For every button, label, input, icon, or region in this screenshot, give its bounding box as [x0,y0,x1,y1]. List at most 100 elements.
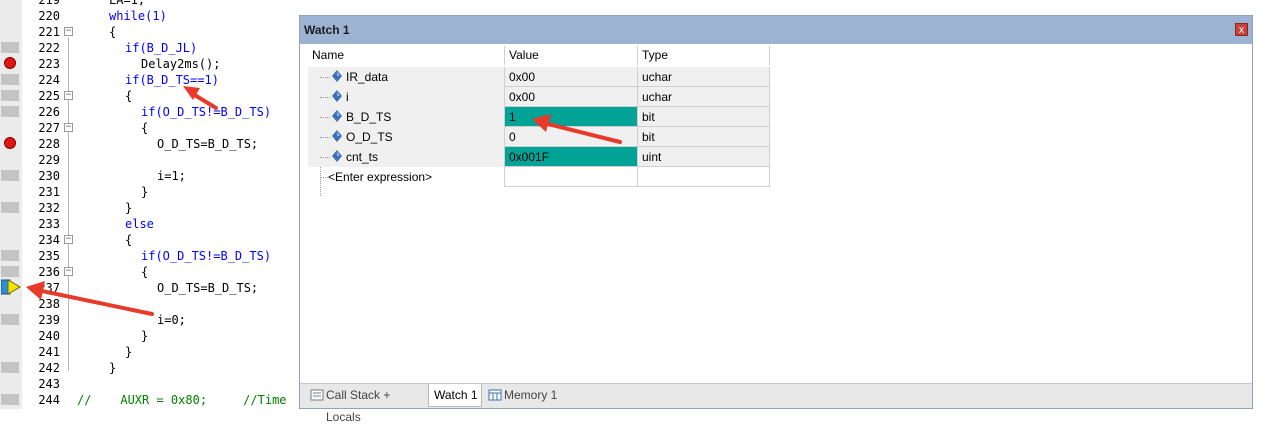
line-number: 229 [38,153,60,167]
tree-connector [320,157,330,158]
gutter-marker [1,74,19,85]
watch-row[interactable]: i 0x00 uchar [308,87,770,107]
watch-value[interactable]: 1 [504,107,637,127]
watch-row[interactable]: IR_data 0x00 uchar [308,67,770,87]
code-text: while(1) [109,9,167,23]
watch-title-bar[interactable]: Watch 1 x [300,16,1252,44]
breakpoint-gutter[interactable] [0,0,22,409]
code-text: { [125,89,133,103]
tab-call-stack-locals[interactable]: Call Stack + Locals [306,384,428,424]
close-button[interactable]: x [1235,23,1248,36]
watch-row[interactable]: cnt_ts 0x001F uint [308,147,770,167]
tab-label: Watch 1 [434,388,478,402]
code-text: // AUXR = 0x80; //Time [77,393,287,407]
watch-type: bit [637,107,770,127]
code-text: } [141,329,149,343]
code-text: i=0; [157,313,186,327]
gutter-marker [1,266,19,277]
variable-icon [332,70,342,82]
code-text: { [141,265,149,279]
watch-value[interactable]: 0x00 [504,87,637,107]
watch-value[interactable]: 0 [504,127,637,147]
tab-memory-1[interactable]: Memory 1 [484,384,570,407]
watch-name: O_D_TS [346,130,393,144]
code-text: O_D_TS=B_D_TS; [157,281,259,295]
breakpoint-icon[interactable] [4,137,16,149]
watch-name-cell: <Enter expression> [308,167,504,187]
variable-icon [332,110,342,122]
current-line-arrow-icon [1,279,21,295]
fold-toggle[interactable]: − [64,235,73,244]
watch-type: uint [637,147,770,167]
code-text: if(O_D_TS!=B_D_TS) [141,105,272,119]
breakpoint-icon[interactable] [4,57,16,69]
line-number: 220 [38,9,60,23]
line-number: 240 [38,329,60,343]
line-number: 234 [38,233,60,247]
line-number: 223 [38,57,60,71]
line-number: 226 [38,105,60,119]
tab-label: Call Stack + Locals [326,388,391,424]
watch-row[interactable]: O_D_TS 0 bit [308,127,770,147]
watch-type: uchar [637,87,770,107]
gutter-marker [1,106,19,117]
line-number: 243 [38,377,60,391]
code-editor[interactable]: 219 LA=1; 220 while(1) 221 − { 222 if(B_… [0,0,300,409]
column-header-type[interactable]: Type [637,46,770,65]
fold-toggle[interactable]: − [64,123,73,132]
watch-name-cell: cnt_ts [308,147,504,167]
watch-name: IR_data [346,70,389,84]
tree-connector [320,97,330,98]
line-number: 233 [38,217,60,231]
line-number: 232 [38,201,60,215]
code-text: if(B_D_TS==1) [125,73,219,87]
watch-name-cell: i [308,87,504,107]
line-number: 224 [38,73,60,87]
column-header-value[interactable]: Value [504,46,637,65]
watch-type: bit [637,127,770,147]
line-number: 235 [38,249,60,263]
watch-tab-bar: Call Stack + Locals Watch 1 Memory 1 [300,383,1252,424]
fold-toggle[interactable]: − [64,27,73,36]
code-text: if(O_D_TS!=B_D_TS) [141,249,272,263]
line-number: 228 [38,137,60,151]
gutter-marker [1,42,19,53]
line-number: 241 [38,345,60,359]
watch-type: uchar [637,67,770,87]
watch-window[interactable]: Watch 1 x Name Value Type IR_data 0x00 u… [299,15,1253,424]
code-text: } [125,345,133,359]
line-number: 242 [38,361,60,375]
enter-expression-row[interactable]: <Enter expression> [308,167,770,187]
watch-name: cnt_ts [346,150,379,164]
watch-value[interactable]: 0x001F [504,147,637,167]
line-number: 221 [38,25,60,39]
column-header-name[interactable]: Name [308,46,504,65]
line-number: 238 [38,297,60,311]
line-number: 236 [38,265,60,279]
enter-expression-input[interactable]: <Enter expression> [328,167,432,187]
code-text: Delay2ms(); [141,57,221,71]
code-text: } [125,201,133,215]
variable-icon [332,150,342,162]
line-number: 244 [38,393,60,407]
code-text: i=1; [157,169,186,183]
tree-connector [320,137,330,138]
gutter-marker [1,394,19,405]
line-number: 219 [38,0,60,7]
tab-label: Memory 1 [504,388,558,402]
tab-watch-1[interactable]: Watch 1 [428,384,482,407]
variable-icon [332,130,342,142]
line-number: 225 [38,89,60,103]
variable-icon [332,90,342,102]
code-text: { [125,233,133,247]
watch-value[interactable]: 0x00 [504,67,637,87]
line-number: 237 [38,281,60,295]
fold-toggle[interactable]: − [64,267,73,276]
code-text: } [109,361,117,375]
tree-connector [320,77,330,78]
memory-icon [488,389,502,401]
watch-name-cell: B_D_TS [308,107,504,127]
watch-row[interactable]: B_D_TS 1 bit [308,107,770,127]
watch-value-empty[interactable] [504,167,637,187]
fold-toggle[interactable]: − [64,91,73,100]
